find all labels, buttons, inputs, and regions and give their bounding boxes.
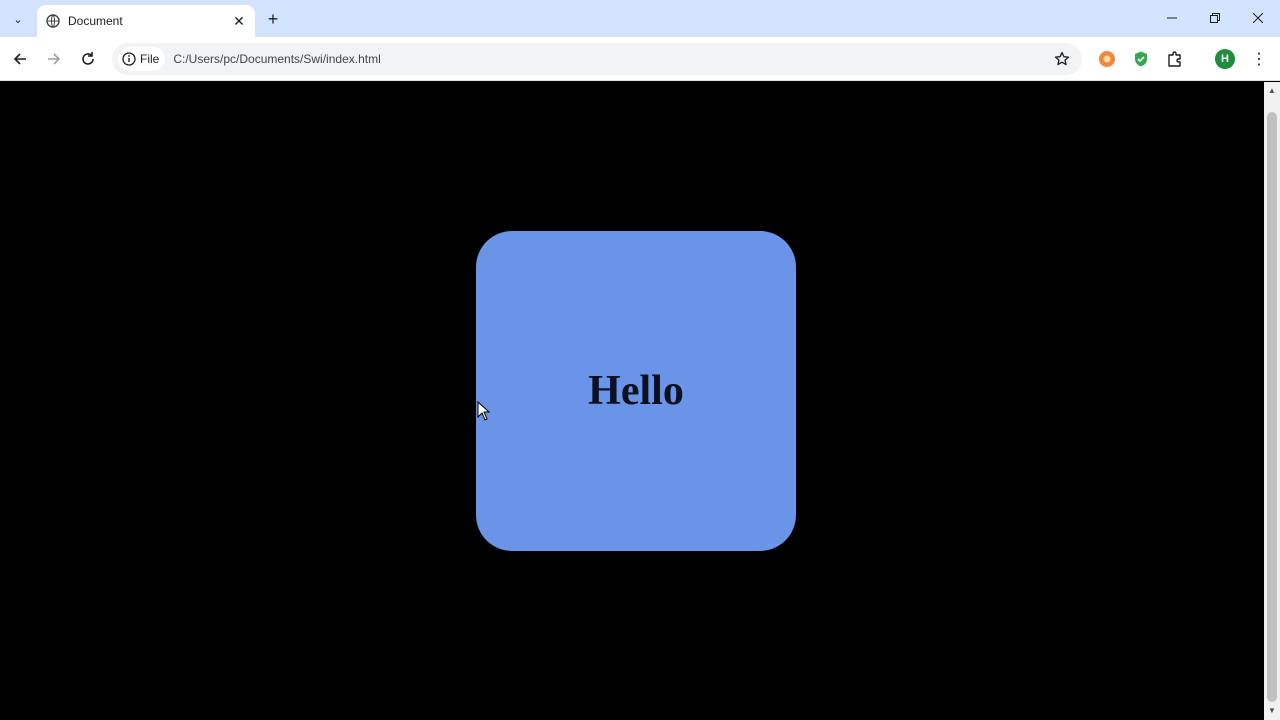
close-window-button[interactable] — [1236, 4, 1280, 32]
profile-avatar[interactable]: H — [1215, 49, 1235, 69]
scroll-up-icon[interactable]: ▲ — [1264, 84, 1280, 96]
site-info-label: File — [140, 52, 160, 66]
card-text: Hello — [588, 368, 684, 414]
arrow-left-icon — [13, 53, 26, 65]
arrow-right-icon — [48, 53, 61, 65]
tab-document[interactable]: Document ✕ — [37, 5, 255, 37]
info-icon — [122, 52, 136, 66]
page-viewport: Hello — [0, 82, 1264, 720]
mouse-cursor-icon — [477, 401, 491, 421]
plus-icon: + — [267, 8, 279, 29]
scroll-down-icon[interactable]: ▼ — [1264, 704, 1280, 716]
bookmark-star-icon[interactable] — [1050, 47, 1074, 71]
restore-button[interactable] — [1193, 4, 1237, 32]
extension-shield-icon[interactable] — [1131, 49, 1151, 69]
tab-title: Document — [68, 14, 123, 28]
extension-orange-icon[interactable] — [1097, 49, 1117, 69]
tab-strip: ⌄ Document ✕ + — [0, 0, 1280, 37]
hello-card: Hello — [476, 231, 796, 551]
reload-button[interactable] — [76, 47, 100, 71]
globe-icon — [46, 14, 60, 28]
chevron-down-icon: ⌄ — [13, 13, 23, 26]
tab-search-button[interactable]: ⌄ — [6, 7, 30, 31]
browser-toolbar: File C:/Users/pc/Documents/Swi/index.htm… — [0, 37, 1280, 81]
reload-icon — [82, 52, 94, 65]
new-tab-button[interactable]: + — [262, 8, 284, 30]
forward-button[interactable] — [42, 47, 66, 71]
minimize-icon — [1167, 17, 1177, 19]
close-icon — [1253, 13, 1263, 23]
vertical-scrollbar[interactable]: ▲ ▼ — [1264, 82, 1280, 720]
back-button[interactable] — [8, 47, 32, 71]
site-info-chip[interactable]: File — [118, 47, 166, 71]
more-menu-icon[interactable]: ⋮ — [1249, 49, 1269, 69]
extensions-puzzle-icon[interactable] — [1165, 49, 1185, 69]
address-bar[interactable]: File C:/Users/pc/Documents/Swi/index.htm… — [112, 43, 1082, 75]
restore-icon — [1210, 13, 1220, 23]
scroll-thumb[interactable] — [1267, 112, 1277, 702]
url-text[interactable]: C:/Users/pc/Documents/Swi/index.html — [173, 52, 1050, 66]
minimize-button[interactable] — [1150, 4, 1194, 32]
tab-close-icon[interactable]: ✕ — [229, 11, 249, 31]
